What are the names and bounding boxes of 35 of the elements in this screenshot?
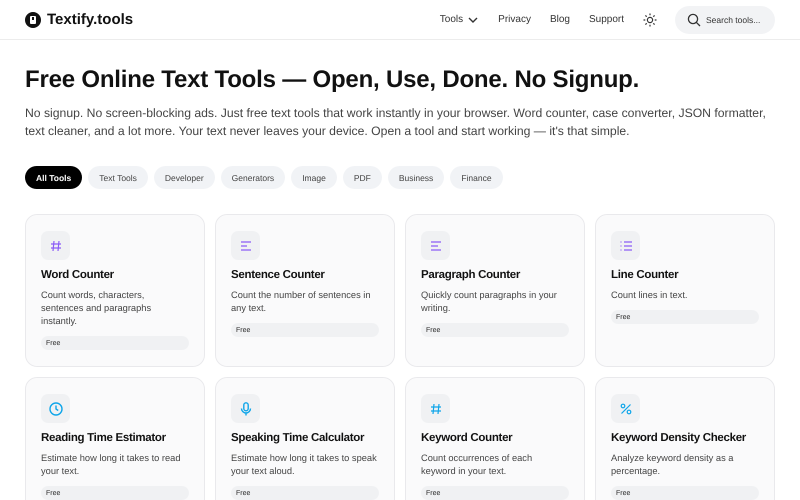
tool-title: Keyword Density Checker <box>611 432 747 444</box>
filter-tab[interactable]: Business <box>388 166 444 189</box>
tool-description: Estimate how long it takes to speak your text aloud. <box>231 452 378 478</box>
tool-description: Count the number of sentences in any text. <box>231 289 372 315</box>
sun-icon[interactable] <box>643 12 657 26</box>
filter-tab[interactable]: Developer <box>154 166 215 189</box>
tool-title: Reading Time Estimator <box>41 432 167 444</box>
intro-paragraph: No signup. No screen-blocking ads. Just free text tools that work instantly in your browser. Word counter, case converter, JSON formatter, text cleaner, and a lot more. Your text never leaves your device. Open a tool and start working — it's that simple. <box>25 105 767 140</box>
tool-title: Sentence Counter <box>231 269 326 281</box>
site-logo[interactable]: Textify.tools <box>47 11 134 28</box>
tool-description: Quickly count paragraphs in your writing. <box>421 289 558 315</box>
filter-tab[interactable]: All Tools <box>25 166 82 189</box>
tool-title: Line Counter <box>611 269 680 281</box>
nav-link[interactable]: Support <box>588 14 624 25</box>
filter-tab[interactable]: Generators <box>220 166 286 189</box>
tool-title: Paragraph Counter <box>421 269 522 281</box>
tool-description: Count words, characters, sentences and paragraphs instantly. <box>41 289 152 328</box>
tool-title: Speaking Time Calculator <box>231 432 366 444</box>
nav-link[interactable]: Tools <box>440 14 480 26</box>
tool-description: Count occurrences of each keyword in your text. <box>421 452 534 478</box>
filter-tab[interactable]: PDF <box>342 166 382 189</box>
tool-description: Estimate how long it takes to read your text. <box>41 452 182 478</box>
nav-link[interactable]: Privacy <box>498 14 531 25</box>
search-icon <box>687 12 701 26</box>
tool-description: Analyze keyword density as a percentage. <box>611 452 734 478</box>
filter-tab[interactable]: Text Tools <box>88 166 148 189</box>
tool-description: Count lines in text. <box>611 289 688 302</box>
logo-icon <box>25 12 41 28</box>
nav-link[interactable]: Blog <box>550 14 570 25</box>
page-title: Free Online Text Tools — Open, Use, Done. No Signup. <box>25 66 640 94</box>
search-field[interactable]: Search tools... <box>675 6 775 34</box>
tool-title: Keyword Counter <box>421 432 514 444</box>
filter-tab[interactable]: Finance <box>450 166 503 189</box>
filter-tab[interactable]: Image <box>291 166 337 189</box>
tool-title: Word Counter <box>41 269 115 281</box>
